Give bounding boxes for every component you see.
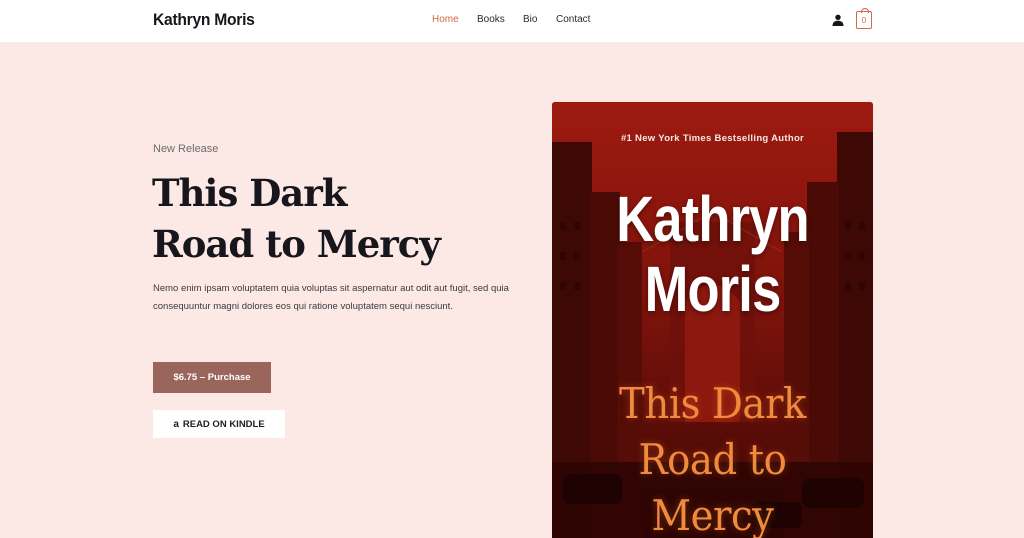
kindle-label: READ ON KINDLE (182, 418, 265, 430)
read-on-kindle-button[interactable]: a READ ON KINDLE (153, 410, 285, 438)
book-cover-image: #1 New York Times Bestselling Author Kat… (552, 102, 873, 538)
cover-title-line: This Dark (619, 379, 806, 428)
cover-title-line: Mercy (651, 491, 774, 538)
book-title-line: Road to Mercy (152, 222, 441, 266)
purchase-button[interactable]: $6.75 – Purchase (153, 362, 271, 393)
nav-bio[interactable]: Bio (523, 14, 537, 25)
cart-button[interactable]: 0 (856, 8, 872, 29)
site-header: Kathryn Moris Home Books Bio Contact 0 (0, 0, 1024, 42)
book-title-line: This Dark (152, 171, 347, 215)
cover-tagline: #1 New York Times Bestselling Author (620, 133, 805, 144)
cart-count: 0 (861, 15, 867, 25)
nav-contact[interactable]: Contact (556, 14, 590, 25)
book-title: This Dark Road to Mercy (152, 168, 532, 270)
nav-books[interactable]: Books (477, 14, 505, 25)
amazon-icon: a (173, 418, 179, 430)
cover-title-line: Road to (638, 435, 787, 484)
cover-author-line: Moris (644, 253, 782, 325)
cover-author-line: Kathryn (616, 183, 809, 255)
book-description: Nemo enim ipsam voluptatem quia voluptas… (153, 283, 509, 312)
release-eyebrow: New Release (153, 143, 219, 155)
cover-author: Kathryn Moris (581, 184, 844, 324)
user-account-icon[interactable] (832, 14, 844, 26)
site-logo[interactable]: Kathryn Moris (153, 10, 255, 30)
cover-title: This Dark Road to Mercy (565, 376, 860, 538)
nav-home[interactable]: Home (432, 14, 459, 25)
